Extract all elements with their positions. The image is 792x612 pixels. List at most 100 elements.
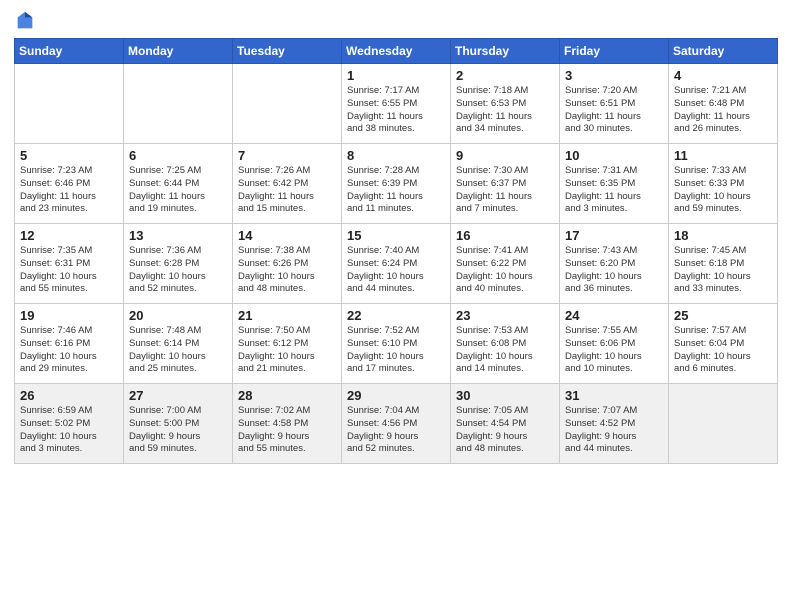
day-cell-22: 22Sunrise: 7:52 AM Sunset: 6:10 PM Dayli…: [342, 304, 451, 384]
day-cell-13: 13 Sunrise: 7:36 AM Sunset: 6:28 PM Dayli…: [124, 224, 233, 304]
weekday-header-saturday: Saturday: [669, 39, 778, 64]
weekday-header-sunday: Sunday: [15, 39, 124, 64]
day-cell-12: 12 Sunrise: 7:35 AM Sunset: 6:31 PM Dayli…: [15, 224, 124, 304]
day-cell-3: 3 Sunrise: 7:20 AM Sunset: 6:51 PM Daylig…: [560, 64, 669, 144]
day-number: 23: [456, 308, 554, 323]
day-number: 7: [238, 148, 336, 163]
day-cell-31: 31Sunrise: 7:07 AM Sunset: 4:52 PM Dayli…: [560, 384, 669, 464]
day-info: Sunrise: 7:25 AM Sunset: 6:44 PM Dayligh…: [129, 165, 227, 216]
day-info: Sunrise: 7:45 AM Sunset: 6:18 PM Dayligh…: [674, 245, 772, 296]
day-info: Sunrise: 7:02 AM Sunset: 4:58 PM Dayligh…: [238, 405, 336, 456]
day-info: Sunrise: 7:04 AM Sunset: 4:56 PM Dayligh…: [347, 405, 445, 456]
day-info: Sunrise: 7:55 AM Sunset: 6:06 PM Dayligh…: [565, 325, 663, 376]
day-cell-1: 1Sunrise: 7:17 AM Sunset: 6:55 PM Daylig…: [342, 64, 451, 144]
logo: [14, 10, 40, 32]
day-info: Sunrise: 7:07 AM Sunset: 4:52 PM Dayligh…: [565, 405, 663, 456]
day-info: Sunrise: 7:48 AM Sunset: 6:14 PM Dayligh…: [129, 325, 227, 376]
day-info: Sunrise: 7:28 AM Sunset: 6:39 PM Dayligh…: [347, 165, 445, 216]
day-info: Sunrise: 7:46 AM Sunset: 6:16 PM Dayligh…: [20, 325, 118, 376]
day-info: Sunrise: 7:23 AM Sunset: 6:46 PM Dayligh…: [20, 165, 118, 216]
day-number: 6: [129, 148, 227, 163]
logo-icon: [14, 10, 36, 32]
day-info: Sunrise: 7:43 AM Sunset: 6:20 PM Dayligh…: [565, 245, 663, 296]
day-cell-15: 15 Sunrise: 7:40 AM Sunset: 6:24 PM Dayli…: [342, 224, 451, 304]
day-info: Sunrise: 6:59 AM Sunset: 5:02 PM Dayligh…: [20, 405, 118, 456]
day-info: Sunrise: 7:26 AM Sunset: 6:42 PM Dayligh…: [238, 165, 336, 216]
weekday-header-wednesday: Wednesday: [342, 39, 451, 64]
week-row-3: 12 Sunrise: 7:35 AM Sunset: 6:31 PM Dayli…: [15, 224, 778, 304]
day-number: 25: [674, 308, 772, 323]
day-cell-25: 25Sunrise: 7:57 AM Sunset: 6:04 PM Dayli…: [669, 304, 778, 384]
day-cell-30: 30Sunrise: 7:05 AM Sunset: 4:54 PM Dayli…: [451, 384, 560, 464]
day-number: 3: [565, 68, 663, 83]
day-cell-7: 7 Sunrise: 7:26 AM Sunset: 6:42 PM Daylig…: [233, 144, 342, 224]
day-number: 2: [456, 68, 554, 83]
day-cell-2: 2 Sunrise: 7:18 AM Sunset: 6:53 PM Daylig…: [451, 64, 560, 144]
day-info: Sunrise: 7:31 AM Sunset: 6:35 PM Dayligh…: [565, 165, 663, 216]
day-cell-29: 29 Sunrise: 7:04 AM Sunset: 4:56 PM Dayli…: [342, 384, 451, 464]
empty-cell: [124, 64, 233, 144]
day-number: 14: [238, 228, 336, 243]
day-cell-5: 5 Sunrise: 7:23 AM Sunset: 6:46 PM Daylig…: [15, 144, 124, 224]
day-number: 21: [238, 308, 336, 323]
day-info: Sunrise: 7:35 AM Sunset: 6:31 PM Dayligh…: [20, 245, 118, 296]
day-cell-27: 27 Sunrise: 7:00 AM Sunset: 5:00 PM Dayli…: [124, 384, 233, 464]
day-cell-11: 11Sunrise: 7:33 AM Sunset: 6:33 PM Dayli…: [669, 144, 778, 224]
day-number: 15: [347, 228, 445, 243]
day-cell-4: 4Sunrise: 7:21 AM Sunset: 6:48 PM Daylig…: [669, 64, 778, 144]
day-number: 20: [129, 308, 227, 323]
day-info: Sunrise: 7:53 AM Sunset: 6:08 PM Dayligh…: [456, 325, 554, 376]
day-info: Sunrise: 7:36 AM Sunset: 6:28 PM Dayligh…: [129, 245, 227, 296]
day-number: 5: [20, 148, 118, 163]
day-cell-20: 20 Sunrise: 7:48 AM Sunset: 6:14 PM Dayli…: [124, 304, 233, 384]
week-row-5: 26 Sunrise: 6:59 AM Sunset: 5:02 PM Dayli…: [15, 384, 778, 464]
day-number: 30: [456, 388, 554, 403]
day-number: 12: [20, 228, 118, 243]
day-number: 17: [565, 228, 663, 243]
empty-cell: [233, 64, 342, 144]
day-info: Sunrise: 7:41 AM Sunset: 6:22 PM Dayligh…: [456, 245, 554, 296]
day-cell-16: 16 Sunrise: 7:41 AM Sunset: 6:22 PM Dayli…: [451, 224, 560, 304]
day-number: 24: [565, 308, 663, 323]
day-number: 8: [347, 148, 445, 163]
day-cell-9: 9 Sunrise: 7:30 AM Sunset: 6:37 PM Daylig…: [451, 144, 560, 224]
day-number: 16: [456, 228, 554, 243]
empty-cell: [15, 64, 124, 144]
day-number: 10: [565, 148, 663, 163]
day-number: 22: [347, 308, 445, 323]
day-info: Sunrise: 7:30 AM Sunset: 6:37 PM Dayligh…: [456, 165, 554, 216]
week-row-2: 5 Sunrise: 7:23 AM Sunset: 6:46 PM Daylig…: [15, 144, 778, 224]
day-cell-24: 24 Sunrise: 7:55 AM Sunset: 6:06 PM Dayli…: [560, 304, 669, 384]
day-cell-14: 14Sunrise: 7:38 AM Sunset: 6:26 PM Dayli…: [233, 224, 342, 304]
day-info: Sunrise: 7:00 AM Sunset: 5:00 PM Dayligh…: [129, 405, 227, 456]
page: SundayMondayTuesdayWednesdayThursdayFrid…: [0, 0, 792, 612]
day-cell-10: 10 Sunrise: 7:31 AM Sunset: 6:35 PM Dayli…: [560, 144, 669, 224]
day-number: 29: [347, 388, 445, 403]
week-row-1: 1Sunrise: 7:17 AM Sunset: 6:55 PM Daylig…: [15, 64, 778, 144]
day-cell-17: 17 Sunrise: 7:43 AM Sunset: 6:20 PM Dayli…: [560, 224, 669, 304]
day-cell-19: 19Sunrise: 7:46 AM Sunset: 6:16 PM Dayli…: [15, 304, 124, 384]
day-cell-28: 28Sunrise: 7:02 AM Sunset: 4:58 PM Dayli…: [233, 384, 342, 464]
day-cell-18: 18 Sunrise: 7:45 AM Sunset: 6:18 PM Dayli…: [669, 224, 778, 304]
day-cell-26: 26 Sunrise: 6:59 AM Sunset: 5:02 PM Dayli…: [15, 384, 124, 464]
day-info: Sunrise: 7:50 AM Sunset: 6:12 PM Dayligh…: [238, 325, 336, 376]
weekday-header-thursday: Thursday: [451, 39, 560, 64]
day-info: Sunrise: 7:18 AM Sunset: 6:53 PM Dayligh…: [456, 85, 554, 136]
calendar-table: SundayMondayTuesdayWednesdayThursdayFrid…: [14, 38, 778, 464]
day-number: 27: [129, 388, 227, 403]
day-number: 26: [20, 388, 118, 403]
day-info: Sunrise: 7:20 AM Sunset: 6:51 PM Dayligh…: [565, 85, 663, 136]
weekday-header-tuesday: Tuesday: [233, 39, 342, 64]
day-number: 9: [456, 148, 554, 163]
weekday-header-friday: Friday: [560, 39, 669, 64]
header: [14, 10, 778, 32]
day-number: 13: [129, 228, 227, 243]
day-cell-8: 8 Sunrise: 7:28 AM Sunset: 6:39 PM Daylig…: [342, 144, 451, 224]
day-number: 18: [674, 228, 772, 243]
day-info: Sunrise: 7:33 AM Sunset: 6:33 PM Dayligh…: [674, 165, 772, 216]
day-number: 4: [674, 68, 772, 83]
week-row-4: 19Sunrise: 7:46 AM Sunset: 6:16 PM Dayli…: [15, 304, 778, 384]
weekday-header-monday: Monday: [124, 39, 233, 64]
day-info: Sunrise: 7:40 AM Sunset: 6:24 PM Dayligh…: [347, 245, 445, 296]
day-cell-21: 21 Sunrise: 7:50 AM Sunset: 6:12 PM Dayli…: [233, 304, 342, 384]
